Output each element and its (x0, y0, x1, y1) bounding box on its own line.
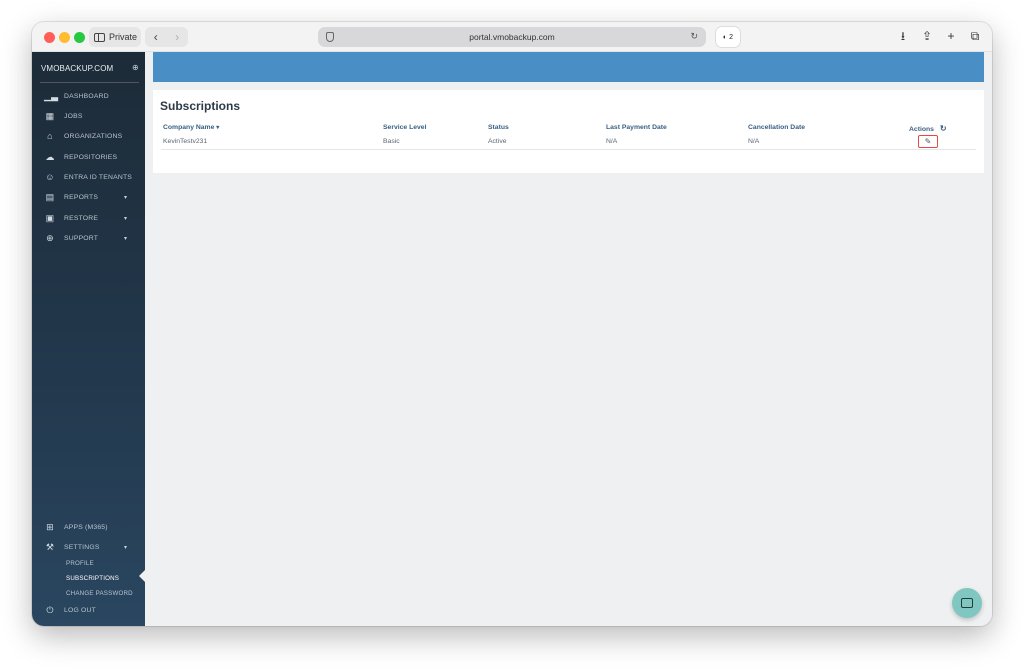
sidebar-item-label: REPOSITORIES (64, 153, 118, 161)
user-icon: ☺ (45, 172, 55, 182)
globe-icon: ⊕ (46, 232, 54, 243)
reload-icon[interactable]: ↻ (690, 31, 698, 42)
column-header-last-payment: Last Payment Date (606, 124, 667, 131)
sidebar-item-label: RESTORE (64, 214, 99, 222)
sidebar-item-label: DASHBOARD (64, 92, 109, 100)
half-circle-icon: ◐ (722, 33, 728, 41)
toolbar-right: ⭳ ⇪ + ⧉ (896, 29, 982, 43)
sidebar-item-entra-id-tenants[interactable]: ☺ ENTRA ID TENANTS (32, 169, 145, 185)
sidebar-item-label: ENTRA ID TENANTS (64, 173, 133, 181)
close-window-button[interactable] (44, 32, 55, 43)
sidebar-item-label: APPS (M365) (64, 523, 108, 531)
tools-icon: ⚒ (45, 541, 55, 552)
chat-icon (961, 598, 973, 608)
logout-label: LOG OUT (64, 606, 96, 614)
sidebar-item-dashboard[interactable]: ▁▃ DASHBOARD (32, 88, 145, 104)
table-row-divider (161, 149, 976, 150)
settings-sub-profile[interactable]: PROFILE (66, 560, 94, 567)
column-header-service-level: Service Level (383, 124, 427, 131)
settings-sub-subscriptions[interactable]: SUBSCRIPTIONS (66, 575, 119, 582)
sidebar: VMOBACKUP.COM ⊕ ▁▃ DASHBOARD ▦ JOBS ⌂ OR… (32, 52, 145, 626)
power-icon: ⏻ (46, 604, 54, 615)
column-label: Actions (909, 126, 934, 133)
column-label: Company Name (163, 124, 215, 131)
private-label: Private (109, 32, 138, 42)
grid-icon: ▦ (45, 110, 55, 121)
subscriptions-card: Subscriptions Company Name ▾ Service Lev… (153, 90, 984, 173)
settings-sub-change-password[interactable]: CHANGE PASSWORD (66, 590, 133, 597)
sidebar-item-repositories[interactable]: ☁ REPOSITORIES (32, 149, 145, 165)
apps-icon: ⊞ (46, 521, 54, 532)
zoom-window-button[interactable] (74, 32, 85, 43)
cell-status: Active (488, 138, 507, 145)
history-nav: ‹ › (145, 27, 188, 47)
column-header-actions: Actions ↻ (909, 124, 947, 133)
main-content: Subscriptions Company Name ▾ Service Lev… (145, 52, 992, 626)
page-shield-icon (326, 32, 334, 42)
column-header-cancellation: Cancellation Date (748, 124, 806, 131)
sidebar-item-label: ORGANIZATIONS (64, 132, 123, 140)
edit-button[interactable]: ✎ (918, 135, 938, 148)
header-banner (153, 52, 984, 82)
share-icon[interactable]: ⇪ (920, 29, 934, 43)
chat-button[interactable] (952, 588, 982, 618)
column-header-company-name[interactable]: Company Name ▾ (163, 124, 219, 131)
cell-cancellation: N/A (748, 138, 760, 145)
report-icon: ▤ (45, 191, 55, 202)
page-title: Subscriptions (160, 99, 241, 113)
sidebar-toggle-icon (94, 32, 105, 42)
new-tab-icon[interactable]: + (944, 29, 958, 43)
sidebar-item-apps[interactable]: ⊞ APPS (M365) (32, 519, 145, 535)
column-header-status: Status (488, 124, 509, 131)
brand-name: VMOBACKUP.COM (41, 64, 114, 73)
chevron-down-icon: ▾ (124, 194, 128, 201)
pin-icon[interactable]: ⊕ (132, 63, 139, 72)
bank-icon: ⌂ (47, 131, 53, 141)
sidebar-item-reports[interactable]: ▤ REPORTS ▾ (32, 189, 145, 205)
download-icon[interactable]: ⭳ (896, 29, 910, 43)
chevron-down-icon: ▾ (124, 235, 128, 242)
cell-service-level: Basic (383, 138, 400, 145)
sidebar-item-label: SUPPORT (64, 234, 99, 242)
cell-last-payment: N/A (606, 138, 618, 145)
extension-badge: 2 (729, 33, 734, 41)
sidebar-item-jobs[interactable]: ▦ JOBS (32, 108, 145, 124)
restore-icon: ▣ (45, 212, 55, 223)
minimize-window-button[interactable] (59, 32, 70, 43)
sidebar-item-restore[interactable]: ▣ RESTORE ▾ (32, 210, 145, 226)
extension-button[interactable]: ◐ 2 (716, 27, 740, 47)
browser-window: Private ‹ › portal.vmobackup.com ↻ ◐ 2 ⭳… (32, 22, 992, 626)
refresh-icon[interactable]: ↻ (940, 124, 947, 133)
back-icon[interactable]: ‹ (154, 30, 158, 44)
address-bar[interactable]: portal.vmobackup.com ↻ (318, 27, 706, 47)
sidebar-item-label: REPORTS (64, 193, 99, 201)
cloud-upload-icon: ☁ (45, 151, 55, 162)
url-text: portal.vmobackup.com (469, 32, 555, 42)
cell-company: KevinTestv231 (163, 138, 208, 145)
forward-icon[interactable]: › (175, 30, 179, 44)
sidebar-item-support[interactable]: ⊕ SUPPORT ▾ (32, 230, 145, 246)
logout-button[interactable]: ⏻ LOG OUT (32, 602, 145, 618)
tab-overview-icon[interactable]: ⧉ (968, 29, 982, 43)
browser-toolbar: Private ‹ › portal.vmobackup.com ↻ ◐ 2 ⭳… (32, 22, 992, 52)
sidebar-item-organizations[interactable]: ⌂ ORGANIZATIONS (32, 128, 145, 144)
sidebar-item-label: SETTINGS (64, 543, 100, 551)
pencil-icon: ✎ (924, 137, 932, 146)
chevron-down-icon: ▾ (124, 544, 128, 551)
sidebar-item-label: JOBS (64, 112, 83, 120)
chevron-down-icon: ▾ (124, 215, 128, 222)
sort-down-icon: ▾ (216, 125, 220, 131)
divider (40, 82, 139, 83)
bar-chart-icon: ▁▃ (44, 90, 59, 101)
private-tab-indicator[interactable]: Private (89, 27, 141, 47)
sidebar-item-settings[interactable]: ⚒ SETTINGS ▾ (32, 539, 145, 555)
